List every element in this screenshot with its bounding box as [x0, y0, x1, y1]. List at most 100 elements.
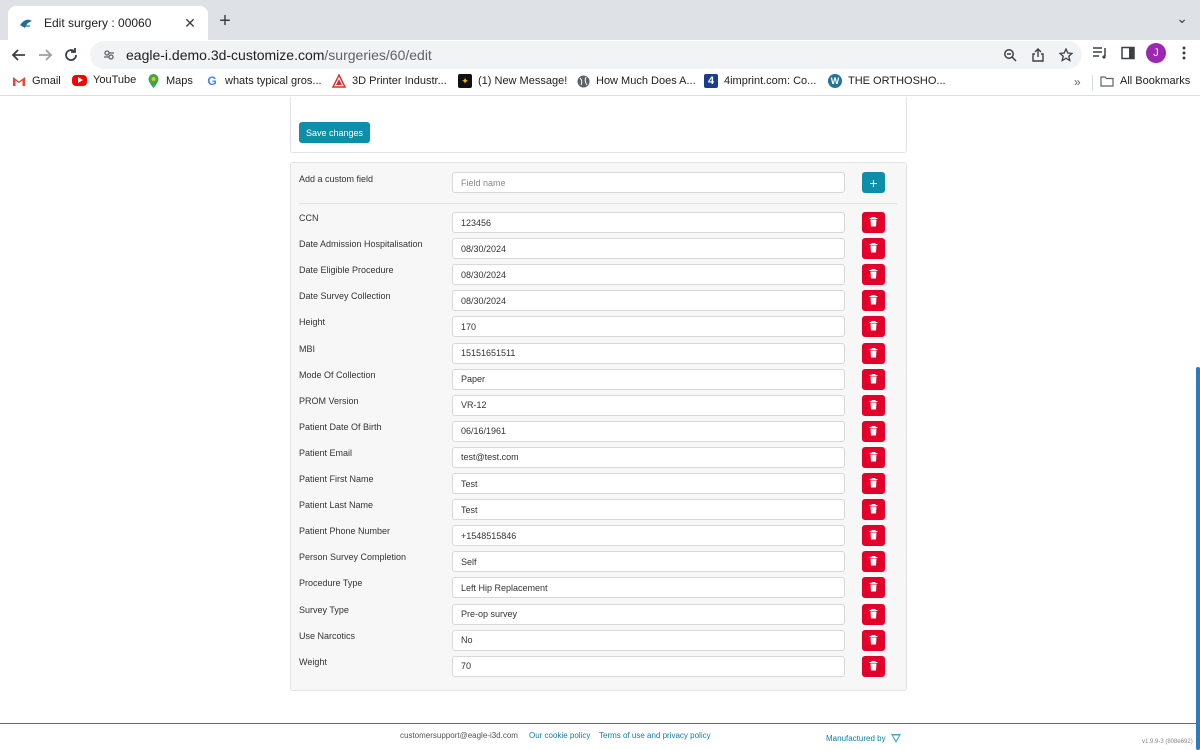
support-email-link[interactable]: customersupport@eagle-i3d.com	[400, 731, 518, 740]
address-bar[interactable]: eagle-i.demo.3d-customize.com/surgeries/…	[90, 41, 1082, 69]
folder-icon	[1100, 74, 1114, 88]
custom-field-row: Patient Date Of Birth	[291, 420, 908, 447]
custom-field-label: Patient Last Name	[299, 500, 374, 511]
custom-field-label: Mode Of Collection	[299, 369, 376, 380]
all-bookmarks-folder[interactable]: All Bookmarks	[1100, 74, 1190, 88]
custom-field-value-input[interactable]	[452, 603, 845, 625]
browser-tab[interactable]: Edit surgery : 00060 ✕	[8, 6, 208, 40]
custom-field-label: PROM Version	[299, 395, 359, 406]
site-info-icon[interactable]	[102, 48, 116, 62]
bookmarks-bar: Gmail YouTube Maps G whats typical gros.…	[0, 70, 1200, 96]
delete-field-button[interactable]	[862, 264, 885, 286]
bookmark-3d-printer[interactable]: 3D Printer Industr...	[332, 74, 447, 88]
field-name-input[interactable]	[452, 172, 845, 193]
version-text: v1.9.9-3 (808e692)	[1142, 739, 1193, 745]
scrollbar-thumb[interactable]	[1196, 367, 1200, 750]
custom-field-value-input[interactable]	[452, 238, 845, 260]
bookmark-how-much[interactable]: How Much Does A...	[576, 74, 696, 88]
custom-field-value-input[interactable]	[452, 655, 845, 677]
custom-field-row: Use Narcotics	[291, 629, 908, 656]
custom-field-value-input[interactable]	[452, 342, 845, 364]
kebab-menu-icon[interactable]	[1174, 43, 1194, 63]
bookmark-new-message[interactable]: ✦ (1) New Message!	[458, 74, 567, 88]
delete-field-button[interactable]	[862, 446, 885, 468]
trash-icon	[869, 580, 878, 595]
reload-icon[interactable]	[60, 44, 82, 66]
bookmark-star-icon[interactable]	[1056, 45, 1076, 65]
delete-field-button[interactable]	[862, 499, 885, 521]
delete-field-button[interactable]	[862, 394, 885, 416]
delete-field-button[interactable]	[862, 473, 885, 494]
delete-field-button[interactable]	[862, 342, 885, 364]
custom-field-row: Weight	[291, 655, 908, 682]
bookmark-gmail[interactable]: Gmail	[12, 74, 61, 88]
custom-field-value-input[interactable]	[452, 473, 845, 494]
delete-field-button[interactable]	[862, 420, 885, 442]
custom-field-value-input[interactable]	[452, 420, 845, 442]
custom-field-label: Patient Email	[299, 447, 353, 458]
custom-field-row: Mode Of Collection	[291, 368, 908, 395]
page-scrollbar[interactable]	[1194, 97, 1200, 750]
custom-field-row: Patient Last Name	[291, 499, 908, 525]
custom-field-value-input[interactable]	[452, 316, 845, 338]
custom-field-value-input[interactable]	[452, 368, 845, 390]
custom-field-value-input[interactable]	[452, 551, 845, 573]
delete-field-button[interactable]	[862, 238, 885, 260]
custom-field-row: Patient Email	[291, 446, 908, 473]
custom-field-row: Patient Phone Number	[291, 525, 908, 551]
profile-avatar[interactable]: J	[1146, 43, 1166, 63]
delete-field-button[interactable]	[862, 603, 885, 625]
trash-icon	[869, 424, 878, 439]
manufactured-by[interactable]: Manufactured by	[826, 732, 902, 744]
delete-field-button[interactable]	[862, 316, 885, 338]
back-arrow-icon[interactable]	[8, 44, 30, 66]
message-icon: ✦	[458, 74, 472, 88]
custom-field-value-input[interactable]	[452, 290, 845, 312]
custom-field-label: Patient Date Of Birth	[299, 421, 382, 432]
terms-link[interactable]: Terms of use and privacy policy	[599, 731, 711, 740]
bookmark-4imprint[interactable]: 4 4imprint.com: Co...	[704, 74, 816, 88]
side-panel-icon[interactable]	[1118, 43, 1138, 63]
bookmark-youtube[interactable]: YouTube	[72, 74, 136, 86]
custom-field-value-input[interactable]	[452, 446, 845, 468]
youtube-icon	[72, 74, 87, 86]
bookmark-google-search[interactable]: G whats typical gros...	[205, 74, 321, 88]
new-tab-icon[interactable]: +	[214, 10, 236, 32]
custom-field-value-input[interactable]	[452, 264, 845, 286]
add-custom-field-label: Add a custom field	[299, 174, 374, 184]
custom-fields-card: Add a custom field + CCN Date Admission H…	[290, 162, 907, 691]
4imprint-icon: 4	[704, 74, 718, 88]
custom-field-value-input[interactable]	[452, 525, 845, 547]
save-changes-button[interactable]: Save changes	[299, 122, 370, 143]
delete-field-button[interactable]	[862, 577, 885, 599]
custom-field-value-input[interactable]	[452, 394, 845, 416]
custom-field-row: Procedure Type	[291, 577, 908, 603]
add-field-button[interactable]: +	[862, 172, 885, 193]
tab-search-chevron-icon[interactable]: ⌄	[1176, 10, 1188, 27]
custom-field-value-input[interactable]	[452, 577, 845, 599]
delete-field-button[interactable]	[862, 551, 885, 573]
delete-field-button[interactable]	[862, 212, 885, 233]
reading-list-icon[interactable]	[1090, 43, 1110, 63]
custom-field-value-input[interactable]	[452, 212, 845, 233]
custom-field-label: Survey Type	[299, 604, 349, 615]
custom-field-value-input[interactable]	[452, 629, 845, 651]
delete-field-button[interactable]	[862, 368, 885, 390]
forward-arrow-icon[interactable]	[34, 44, 56, 66]
tab-close-icon[interactable]: ✕	[182, 15, 198, 32]
trash-icon	[869, 476, 878, 491]
delete-field-button[interactable]	[862, 629, 885, 651]
more-bookmarks-chevron-icon[interactable]: »	[1074, 75, 1081, 89]
zoom-icon[interactable]	[1000, 45, 1020, 65]
custom-field-value-input[interactable]	[452, 499, 845, 521]
delete-field-button[interactable]	[862, 655, 885, 677]
page-viewport: Save changes Add a custom field + CCN Dat…	[0, 97, 1200, 750]
delete-field-button[interactable]	[862, 290, 885, 312]
share-icon[interactable]	[1028, 45, 1048, 65]
url-text: eagle-i.demo.3d-customize.com/surgeries/…	[126, 47, 432, 63]
bookmark-orthoshop[interactable]: W THE ORTHOSHO...	[828, 74, 946, 88]
globe-icon	[576, 74, 590, 88]
delete-field-button[interactable]	[862, 525, 885, 547]
cookie-policy-link[interactable]: Our cookie policy	[529, 731, 590, 740]
bookmark-maps[interactable]: Maps	[146, 74, 193, 88]
